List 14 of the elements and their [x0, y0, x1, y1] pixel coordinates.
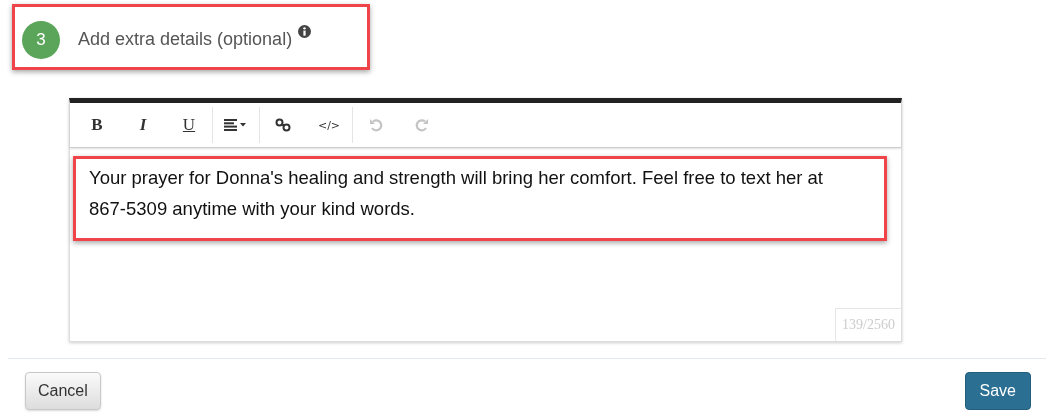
- info-icon[interactable]: [298, 25, 312, 38]
- code-button[interactable]: </>: [306, 107, 352, 143]
- underline-button[interactable]: U: [166, 107, 212, 143]
- link-icon: [275, 118, 291, 132]
- step-number: 3: [22, 21, 60, 59]
- editor-text[interactable]: Your prayer for Donna's healing and strength will bring her comfort. Feel free to text her at 867-5309 anytime with your kind words.: [73, 156, 887, 241]
- undo-icon: [369, 118, 383, 132]
- italic-button[interactable]: I: [120, 107, 166, 143]
- align-dropdown-icon: [224, 119, 248, 131]
- redo-icon: [415, 118, 429, 132]
- step-title: Add extra details (optional): [78, 29, 293, 50]
- cancel-button[interactable]: Cancel: [25, 372, 101, 410]
- bold-button[interactable]: B: [74, 107, 120, 143]
- save-button[interactable]: Save: [964, 372, 1031, 410]
